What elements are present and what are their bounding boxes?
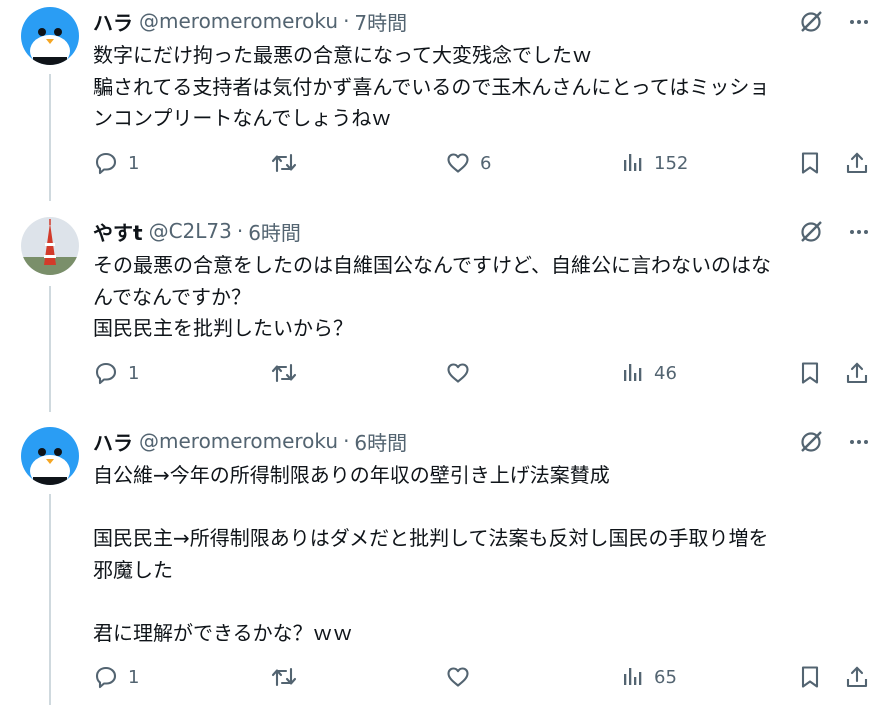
share-button[interactable]	[844, 150, 870, 176]
display-name[interactable]: ハラ	[93, 427, 133, 456]
like-button[interactable]	[445, 360, 480, 386]
grok-icon[interactable]	[798, 9, 824, 35]
tweet-actions: 1 46	[0, 360, 895, 390]
share-button[interactable]	[844, 664, 870, 690]
grok-icon[interactable]	[798, 429, 824, 455]
repost-button[interactable]	[270, 150, 307, 176]
reply-button[interactable]: 1	[93, 360, 139, 386]
tweet-text: その最悪の合意をしたのは自維国公なんですけど、自維公に言わないのはな んでなんで…	[93, 253, 771, 340]
tweet-text: 自公維→今年の所得制限ありの年収の壁引き上げ法案賛成 国民民主→所得制限ありはダ…	[93, 463, 769, 645]
bookmark-button[interactable]	[798, 360, 822, 386]
reply-count: 1	[128, 362, 140, 384]
tweet-top-actions	[798, 9, 870, 35]
views-icon	[624, 668, 642, 685]
views-count: 65	[654, 666, 677, 688]
tokyo-tower-avatar-image	[21, 217, 79, 275]
tweet-header: やすt @C2L73 · 6時間	[93, 217, 301, 245]
share-icon	[846, 666, 868, 688]
tweet-top-actions	[798, 429, 870, 455]
bookmark-icon	[801, 362, 819, 384]
more-icon[interactable]	[848, 221, 870, 243]
repost-icon	[271, 363, 297, 383]
user-handle[interactable]: @meromeromeroku	[139, 429, 338, 453]
repost-button[interactable]	[270, 664, 307, 690]
reply-count: 1	[128, 152, 140, 174]
tweet[interactable]: ハラ @meromeromeroku · 7時間 数字にだけ拘った最悪の合意にな…	[0, 7, 895, 197]
reply-icon	[95, 152, 117, 175]
reply-button[interactable]: 1	[93, 150, 139, 176]
timestamp[interactable]: 7時間	[354, 7, 407, 36]
reply-count: 1	[128, 666, 140, 688]
like-icon	[447, 153, 469, 173]
tweet-actions: 1 6 152	[0, 150, 895, 180]
like-icon	[447, 667, 469, 687]
views-icon	[624, 364, 642, 381]
penguin-avatar-image	[21, 7, 79, 65]
tweet-header: ハラ @meromeromeroku · 7時間	[93, 7, 407, 35]
bookmark-button[interactable]	[798, 664, 822, 690]
tweet-top-actions	[798, 219, 870, 245]
views-count: 46	[654, 362, 677, 384]
user-handle[interactable]: @C2L73	[149, 219, 232, 243]
tweet[interactable]: ハラ @meromeromeroku · 6時間 自公維→今年の所得制限ありの年…	[0, 427, 895, 705]
share-icon	[846, 152, 868, 174]
repost-icon	[271, 153, 297, 173]
tweet-text: 数字にだけ拘った最悪の合意になって大変残念でしたｗ 騙されてる支持者は気付かず喜…	[93, 43, 770, 130]
like-count: 6	[480, 152, 492, 174]
reply-icon	[95, 362, 117, 385]
bookmark-button[interactable]	[798, 150, 822, 176]
penguin-avatar-image	[21, 427, 79, 485]
reply-button[interactable]: 1	[93, 664, 139, 690]
more-icon[interactable]	[848, 11, 870, 33]
share-button[interactable]	[844, 360, 870, 386]
separator: ·	[236, 219, 244, 243]
share-icon	[846, 362, 868, 384]
tweet-actions: 1 65	[0, 664, 895, 694]
display-name[interactable]: やすt	[93, 217, 143, 246]
bookmark-icon	[801, 152, 819, 174]
separator: ·	[343, 429, 350, 453]
like-button[interactable]: 6	[445, 150, 491, 176]
user-handle[interactable]: @meromeromeroku	[139, 9, 338, 33]
like-icon	[447, 363, 469, 383]
repost-icon	[271, 667, 297, 687]
views-button[interactable]: 65	[621, 664, 677, 690]
repost-button[interactable]	[270, 360, 307, 386]
views-icon	[624, 154, 642, 171]
display-name[interactable]: ハラ	[93, 7, 133, 36]
views-button[interactable]: 152	[621, 150, 688, 176]
like-button[interactable]	[445, 664, 480, 690]
views-button[interactable]: 46	[621, 360, 677, 386]
avatar[interactable]	[21, 427, 79, 485]
timestamp[interactable]: 6時間	[354, 427, 407, 456]
views-count: 152	[654, 152, 689, 174]
tweet[interactable]: やすt @C2L73 · 6時間 その最悪の合意をしたのは自維国公なんですけど、…	[0, 217, 895, 407]
avatar[interactable]	[21, 217, 79, 275]
avatar[interactable]	[21, 7, 79, 65]
tweet-header: ハラ @meromeromeroku · 6時間	[93, 427, 407, 455]
bookmark-icon	[801, 666, 819, 688]
timestamp[interactable]: 6時間	[248, 217, 301, 246]
grok-icon[interactable]	[798, 219, 824, 245]
reply-icon	[95, 666, 117, 689]
separator: ·	[343, 9, 350, 33]
more-icon[interactable]	[848, 431, 870, 453]
